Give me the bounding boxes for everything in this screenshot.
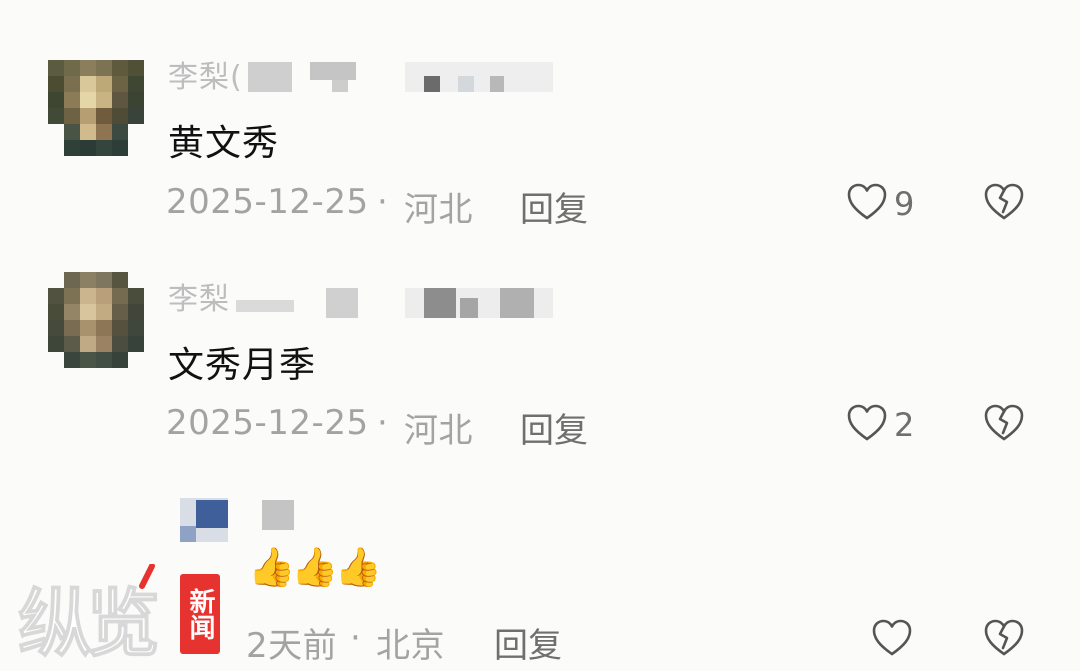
broken-heart-icon (982, 619, 1026, 662)
broken-heart-icon (982, 183, 1026, 226)
like-count: 2 (894, 406, 915, 444)
redacted-username (248, 62, 292, 92)
redacted-avatar (196, 500, 228, 528)
comment-location: 河北 (404, 411, 473, 451)
username[interactable]: 李梨( (168, 52, 243, 96)
comment-text: 黄文秀 (168, 123, 280, 164)
comment-date: 2025-12-25 (166, 403, 369, 443)
comment-text: 文秀月季 (168, 345, 317, 386)
like-count: 9 (894, 185, 915, 223)
redacted-badge (424, 288, 456, 318)
username[interactable]: 李梨 (168, 274, 230, 318)
redacted-badge (460, 298, 478, 318)
reply-button[interactable]: 回复 (494, 618, 562, 667)
redacted-badge (424, 76, 440, 92)
redacted-username (262, 500, 294, 530)
meta-separator: · (377, 403, 389, 443)
avatar[interactable] (48, 60, 144, 156)
redacted-username (326, 288, 358, 318)
heart-outline-icon (870, 618, 914, 662)
dislike-button[interactable] (982, 182, 1026, 226)
watermark-brand: 纵览 (17, 580, 161, 668)
redacted-badge (490, 76, 504, 92)
reply-button[interactable]: 回复 (520, 182, 588, 231)
dislike-button[interactable] (982, 403, 1026, 447)
comment-location: 河北 (404, 190, 473, 230)
redacted-badge (500, 288, 534, 318)
comment-date: 2025-12-25 (166, 182, 369, 222)
broken-heart-icon (982, 404, 1026, 447)
avatar[interactable] (48, 272, 144, 368)
redacted-avatar (180, 526, 196, 542)
heart-outline-icon (846, 182, 888, 226)
comment-location: 北京 (376, 626, 445, 666)
watermark-badge: 新闻 (180, 574, 220, 654)
comment-text: 👍👍👍 (248, 545, 382, 589)
redacted-badge (458, 76, 474, 92)
like-button[interactable]: 9 (846, 182, 914, 226)
reply-button[interactable]: 回复 (520, 403, 588, 452)
meta-separator: · (350, 618, 362, 658)
like-button[interactable] (870, 618, 920, 662)
like-button[interactable]: 2 (846, 403, 914, 447)
dislike-button[interactable] (982, 618, 1026, 662)
redacted-username (332, 80, 348, 92)
redacted-username (236, 300, 294, 312)
heart-outline-icon (846, 403, 888, 447)
comment-date: 2天前 (246, 626, 338, 666)
meta-separator: · (377, 182, 389, 222)
watermark-accent-stroke (138, 563, 158, 594)
redacted-username (310, 62, 356, 80)
